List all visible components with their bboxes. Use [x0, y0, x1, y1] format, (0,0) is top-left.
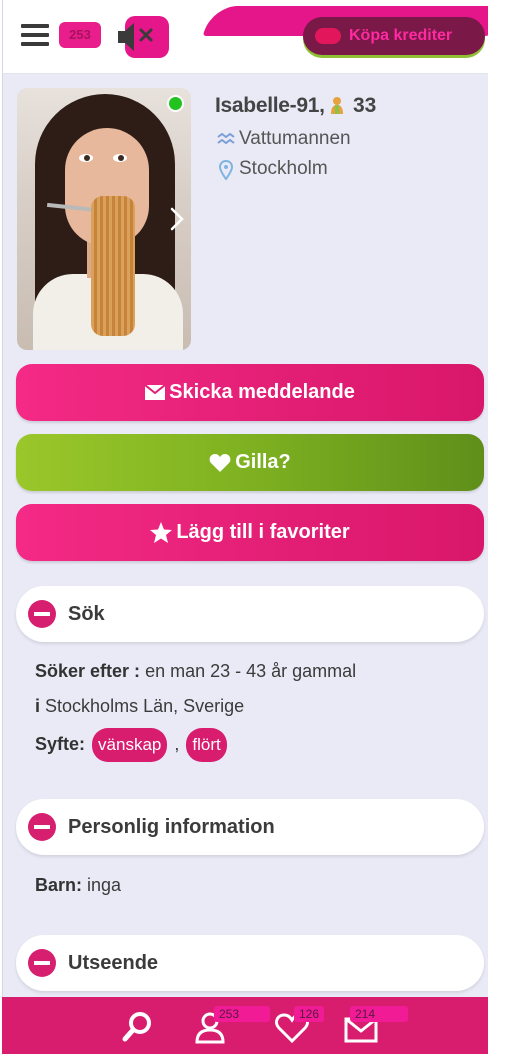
seeking-row: Söker efter : en man 23 - 43 år gammal — [35, 661, 356, 682]
section-appearance-title: Utseende — [68, 952, 159, 974]
children-value: inga — [87, 875, 122, 895]
add-favorite-button[interactable]: Lägg till i favoriter — [16, 504, 484, 561]
mute-icon[interactable] — [115, 14, 171, 60]
purpose-label: Syfte: — [35, 734, 86, 754]
envelope-icon — [145, 385, 166, 400]
profile-city: Stockholm — [239, 158, 328, 179]
section-search-header[interactable]: Sök — [16, 586, 484, 642]
send-message-label: Skicka meddelande — [169, 381, 355, 403]
heart-icon — [209, 453, 231, 472]
app-frame: 253 Köpa krediter 4 — [2, 0, 512, 1054]
likes-badge: 126 — [294, 1006, 324, 1022]
section-search-title: Sök — [68, 603, 105, 625]
credits-badge: 253 — [59, 22, 101, 48]
coin-icon — [315, 28, 341, 44]
online-status-dot — [167, 95, 184, 112]
chevron-right-icon[interactable] — [169, 206, 185, 232]
minus-circle-icon — [28, 949, 56, 977]
purpose-tag[interactable]: flört — [186, 728, 227, 762]
section-personal-title: Personlig information — [68, 816, 275, 838]
like-button[interactable]: Gilla? — [16, 434, 484, 491]
bottom-nav: 253 126 214 — [2, 997, 488, 1054]
add-favorite-label: Lägg till i favoriter — [176, 521, 350, 543]
map-pin-icon — [219, 160, 233, 180]
minus-circle-icon — [28, 600, 56, 628]
section-personal-header[interactable]: Personlig information — [16, 799, 484, 855]
purpose-tag[interactable]: vänskap — [92, 728, 168, 762]
page-margin — [488, 0, 512, 1054]
star-icon — [150, 522, 173, 543]
menu-icon[interactable] — [21, 24, 49, 48]
person-icon — [331, 97, 343, 114]
search-icon[interactable] — [118, 1009, 158, 1045]
aquarius-icon — [217, 132, 235, 145]
profile-username: Isabelle-91, — [215, 94, 325, 117]
purpose-row: Syfte: vänskap , flört — [35, 728, 229, 762]
send-message-button[interactable]: Skicka meddelande — [16, 364, 484, 421]
seeking-value: en man 23 - 43 år gammal — [145, 661, 357, 681]
location-row: i Stockholms Län, Sverige — [35, 696, 244, 717]
section-appearance-header[interactable]: Utseende — [16, 935, 484, 991]
messages-badge: 214 — [350, 1006, 408, 1022]
profile-photo[interactable]: 4 — [17, 88, 191, 350]
minus-circle-icon — [28, 813, 56, 841]
buy-credits-button[interactable]: Köpa krediter — [303, 17, 485, 55]
purpose-separator: , — [174, 734, 180, 754]
buy-credits-label: Köpa krediter — [349, 27, 453, 44]
top-bar: 253 Köpa krediter — [3, 0, 512, 74]
location-value: Stockholms Län, Sverige — [45, 696, 245, 716]
profile-age: 33 — [353, 94, 377, 117]
seeking-label: Söker efter : — [35, 661, 141, 681]
children-label: Barn: — [35, 875, 83, 895]
children-row: Barn: inga — [35, 875, 121, 896]
location-prefix: i — [35, 696, 41, 716]
like-label: Gilla? — [235, 451, 291, 473]
visitors-badge: 253 — [214, 1006, 270, 1022]
zodiac-sign: Vattumannen — [239, 128, 351, 149]
